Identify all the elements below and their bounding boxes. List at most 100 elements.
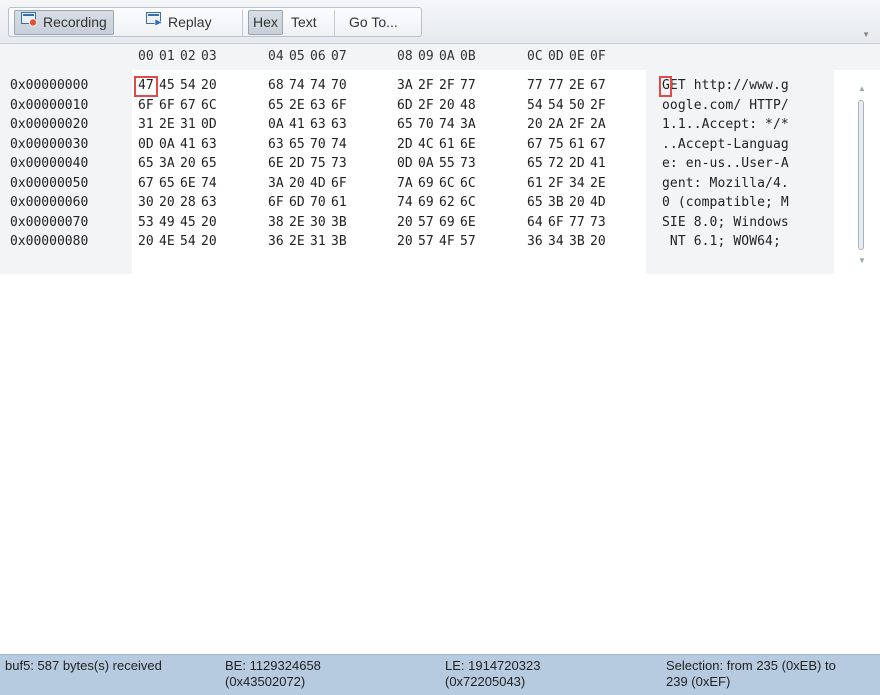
hex-byte[interactable]: 6C — [460, 195, 476, 210]
hex-byte[interactable]: 77 — [569, 215, 585, 230]
hex-byte[interactable]: 0D — [397, 156, 413, 171]
hex-byte[interactable]: 4D — [310, 176, 326, 191]
hex-byte[interactable]: 34 — [548, 234, 564, 249]
ascii-text[interactable]: oogle.com/ HTTP/ — [662, 98, 789, 113]
hex-byte[interactable]: 65 — [527, 195, 543, 210]
hex-byte[interactable]: 20 — [180, 156, 196, 171]
ascii-text[interactable]: NT 6.1; WOW64; — [662, 234, 789, 249]
hex-byte[interactable]: 3A — [397, 78, 413, 93]
hex-byte[interactable]: 2A — [590, 117, 606, 132]
hex-byte[interactable]: 50 — [569, 98, 585, 113]
hex-byte[interactable]: 65 — [159, 176, 175, 191]
hex-byte[interactable]: 67 — [590, 137, 606, 152]
hex-byte[interactable]: 67 — [527, 137, 543, 152]
hex-byte[interactable]: 69 — [418, 176, 434, 191]
hex-byte[interactable]: 77 — [527, 78, 543, 93]
hex-byte[interactable]: 2E — [289, 234, 305, 249]
ascii-text[interactable]: gent: Mozilla/4. — [662, 176, 789, 191]
hex-byte[interactable]: 30 — [310, 215, 326, 230]
hex-byte[interactable]: 63 — [268, 137, 284, 152]
hex-byte[interactable]: 20 — [439, 98, 455, 113]
hex-byte[interactable]: 41 — [289, 117, 305, 132]
hex-byte[interactable]: 31 — [310, 234, 326, 249]
hex-byte[interactable]: 20 — [289, 176, 305, 191]
hex-byte[interactable]: 2D — [397, 137, 413, 152]
hex-byte[interactable]: 67 — [180, 98, 196, 113]
hex-byte[interactable]: 69 — [418, 195, 434, 210]
hex-byte[interactable]: 6C — [201, 98, 217, 113]
hex-byte[interactable]: 61 — [569, 137, 585, 152]
hex-byte[interactable]: 4E — [159, 234, 175, 249]
hex-byte[interactable]: 3B — [548, 195, 564, 210]
hex-byte[interactable]: 69 — [439, 215, 455, 230]
hex-byte[interactable]: 0A — [418, 156, 434, 171]
hex-byte[interactable]: 20 — [569, 195, 585, 210]
hex-byte[interactable]: 63 — [331, 117, 347, 132]
hex-byte[interactable]: 6F — [548, 215, 564, 230]
hex-byte[interactable]: 41 — [590, 156, 606, 171]
hex-byte[interactable]: 61 — [527, 176, 543, 191]
hex-byte[interactable]: 45 — [159, 78, 175, 93]
hex-byte[interactable]: 74 — [310, 78, 326, 93]
hex-byte[interactable]: 6F — [331, 98, 347, 113]
hex-byte[interactable]: 3A — [159, 156, 175, 171]
hex-byte[interactable]: 3A — [460, 117, 476, 132]
ascii-text[interactable]: 0 (compatible; M — [662, 195, 789, 210]
hex-view-button[interactable]: Hex — [248, 10, 283, 35]
hex-byte[interactable]: 65 — [397, 117, 413, 132]
hex-byte[interactable]: 65 — [527, 156, 543, 171]
hex-byte[interactable]: 55 — [439, 156, 455, 171]
hex-byte[interactable]: 2F — [548, 176, 564, 191]
hex-byte[interactable]: 6F — [268, 195, 284, 210]
hex-byte[interactable]: 54 — [527, 98, 543, 113]
ascii-text[interactable]: e: en-us..User-A — [662, 156, 789, 171]
hex-byte[interactable]: 65 — [201, 156, 217, 171]
hex-byte[interactable]: 70 — [331, 78, 347, 93]
hex-byte[interactable]: 63 — [201, 137, 217, 152]
hex-byte[interactable]: 6E — [460, 137, 476, 152]
ascii-text[interactable]: ..Accept-Languag — [662, 137, 789, 152]
scroll-up-icon[interactable]: ▲ — [858, 84, 866, 93]
hex-byte[interactable]: 70 — [310, 195, 326, 210]
hex-byte[interactable]: 73 — [460, 156, 476, 171]
ascii-text[interactable]: GET http://www.g — [662, 78, 789, 93]
hex-byte[interactable]: 3B — [331, 234, 347, 249]
hex-byte[interactable]: 63 — [310, 117, 326, 132]
hex-byte[interactable]: 75 — [548, 137, 564, 152]
hex-byte[interactable]: 70 — [310, 137, 326, 152]
hex-byte[interactable]: 34 — [569, 176, 585, 191]
hex-byte[interactable]: 63 — [201, 195, 217, 210]
hex-byte[interactable]: 54 — [180, 234, 196, 249]
hex-byte[interactable]: 62 — [439, 195, 455, 210]
hex-byte[interactable]: 6C — [439, 176, 455, 191]
ascii-text[interactable]: 1.1..Accept: */* — [662, 117, 789, 132]
hex-byte[interactable]: 20 — [201, 78, 217, 93]
hex-byte[interactable]: 74 — [201, 176, 217, 191]
hex-byte[interactable]: 28 — [180, 195, 196, 210]
hex-byte[interactable]: 61 — [331, 195, 347, 210]
hex-byte[interactable]: 6D — [397, 98, 413, 113]
hex-byte[interactable]: 65 — [268, 98, 284, 113]
dropdown-arrow-icon[interactable]: ▼ — [862, 30, 870, 39]
hex-byte[interactable]: 2E — [569, 78, 585, 93]
hex-byte[interactable]: 7A — [397, 176, 413, 191]
hex-byte[interactable]: 20 — [201, 215, 217, 230]
hex-byte[interactable]: 68 — [268, 78, 284, 93]
hex-byte[interactable]: 67 — [138, 176, 154, 191]
hex-byte[interactable]: 31 — [138, 117, 154, 132]
recording-button[interactable]: Recording — [14, 10, 114, 35]
hex-byte[interactable]: 74 — [289, 78, 305, 93]
text-view-button[interactable]: Text — [287, 10, 321, 35]
hex-byte[interactable]: 2E — [590, 176, 606, 191]
hex-byte[interactable]: 6F — [138, 98, 154, 113]
hex-byte[interactable]: 65 — [138, 156, 154, 171]
goto-button[interactable]: Go To... — [342, 10, 405, 35]
hex-byte[interactable]: 2D — [569, 156, 585, 171]
hex-byte[interactable]: 3A — [268, 176, 284, 191]
hex-byte[interactable]: 70 — [418, 117, 434, 132]
hex-byte[interactable]: 20 — [159, 195, 175, 210]
hex-byte[interactable]: 2F — [569, 117, 585, 132]
hex-byte[interactable]: 74 — [397, 195, 413, 210]
replay-button[interactable]: Replay — [140, 10, 218, 35]
hex-byte[interactable]: 3B — [569, 234, 585, 249]
